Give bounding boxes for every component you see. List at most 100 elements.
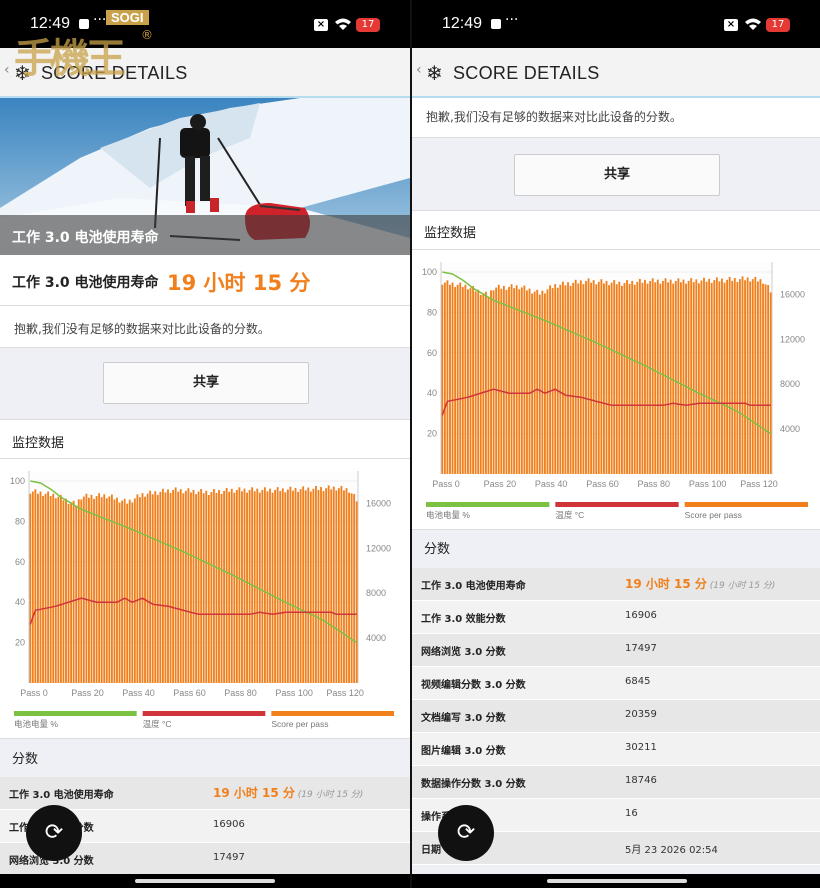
right-tick-label: 8000 xyxy=(366,588,386,598)
notice-card: 抱歉,我们没有足够的数据来对比此设备的分数。 xyxy=(412,98,820,138)
score-row: 图片编辑 3.0 分数 30211 xyxy=(412,733,820,766)
bar xyxy=(739,279,741,474)
bar xyxy=(70,502,72,683)
bar xyxy=(741,276,744,474)
bar xyxy=(105,498,108,683)
score-label: 网络浏览 3.0 分数 xyxy=(421,647,506,658)
bar xyxy=(531,293,534,474)
bar xyxy=(705,281,708,474)
bar xyxy=(710,282,713,474)
bar xyxy=(549,285,551,474)
bar xyxy=(603,283,605,474)
bar xyxy=(469,287,472,474)
repeat-button[interactable]: ⟳ xyxy=(26,805,82,861)
right-tick-label: 16000 xyxy=(780,289,805,299)
left-tick-label: 100 xyxy=(10,476,25,486)
app-bar: ‹ ❄ SCORE DETAILS xyxy=(412,48,820,98)
bar xyxy=(559,284,562,474)
bar xyxy=(116,497,118,683)
bar xyxy=(492,290,495,474)
legend-label: Score per pass xyxy=(271,719,328,729)
watermark-brand: SOGI xyxy=(106,10,149,25)
score-subvalue: (19 小时 15 分) xyxy=(706,581,776,591)
bar xyxy=(762,283,764,474)
legend-swatch xyxy=(684,502,808,507)
bar xyxy=(141,493,144,683)
share-button[interactable]: 共享 xyxy=(514,154,720,196)
watermark-logo: 手機王 SOGI ® xyxy=(8,8,158,88)
bar xyxy=(533,291,536,474)
bar xyxy=(654,282,657,474)
bar xyxy=(65,498,67,683)
bar xyxy=(52,493,55,683)
legend-swatch xyxy=(14,711,137,716)
bar xyxy=(332,486,335,683)
bar xyxy=(223,490,226,683)
bar xyxy=(759,279,762,474)
result-value: 19 小时 15 分 xyxy=(167,271,311,295)
bar xyxy=(546,289,549,474)
bar xyxy=(182,493,185,683)
bar xyxy=(279,491,282,683)
bar xyxy=(156,494,159,683)
bar xyxy=(636,281,639,474)
bar xyxy=(626,280,628,474)
legend-swatch xyxy=(142,711,266,716)
score-value: 6845 xyxy=(625,676,651,687)
repeat-icon: ⟳ xyxy=(44,820,64,845)
share-button[interactable]: 共享 xyxy=(103,362,309,404)
bar xyxy=(261,489,264,683)
score-subvalue: (19 小时 15 分) xyxy=(294,790,364,800)
bar xyxy=(541,290,544,474)
bar xyxy=(551,288,554,474)
bar xyxy=(613,280,616,474)
home-indicator[interactable] xyxy=(412,874,820,888)
left-tick-label: 40 xyxy=(427,388,437,398)
bar xyxy=(718,281,721,474)
bar xyxy=(47,491,50,683)
bar xyxy=(248,489,251,683)
bar xyxy=(505,289,508,474)
bar xyxy=(256,488,259,683)
back-icon[interactable]: ‹ xyxy=(416,62,422,78)
bar xyxy=(721,278,723,474)
x-tick-label: Pass 0 xyxy=(432,479,460,489)
bar xyxy=(243,488,246,683)
bar xyxy=(600,279,603,474)
bar xyxy=(574,279,577,474)
bar xyxy=(62,500,65,683)
home-indicator[interactable] xyxy=(0,874,410,888)
bar xyxy=(113,499,116,683)
monitor-title: 监控数据 xyxy=(424,226,477,241)
bar xyxy=(443,282,446,474)
bar xyxy=(651,278,654,474)
bar xyxy=(345,488,348,683)
x-tick-label: Pass 100 xyxy=(689,479,727,489)
bar xyxy=(31,491,34,683)
bar xyxy=(233,492,236,683)
bar xyxy=(615,284,618,474)
score-label: 视频编辑分数 3.0 分数 xyxy=(421,680,526,691)
bar xyxy=(746,277,749,474)
bar xyxy=(258,492,261,683)
legend-swatch xyxy=(271,711,394,716)
bar xyxy=(54,498,57,683)
score-value: 16906 xyxy=(213,819,245,830)
bar xyxy=(687,280,690,474)
repeat-button[interactable]: ⟳ xyxy=(438,805,494,861)
bar xyxy=(212,489,215,683)
bar xyxy=(110,494,113,683)
bar xyxy=(695,279,698,474)
mute-icon: × xyxy=(314,19,328,31)
bar xyxy=(646,283,649,474)
chart-card: 100 80 60 40 20 16000 12000 8000 4000 Pass 0 Pass … xyxy=(412,250,820,530)
x-tick-label: Pass 20 xyxy=(71,688,104,698)
bar xyxy=(228,491,231,683)
bar xyxy=(195,494,197,683)
score-value: 19 小时 15 分 (19 小时 15 分) xyxy=(625,577,776,591)
score-value: 20359 xyxy=(625,709,657,720)
bar xyxy=(235,489,238,683)
right-tick-label: 12000 xyxy=(366,543,391,553)
bar xyxy=(677,278,680,474)
bar xyxy=(451,282,454,474)
